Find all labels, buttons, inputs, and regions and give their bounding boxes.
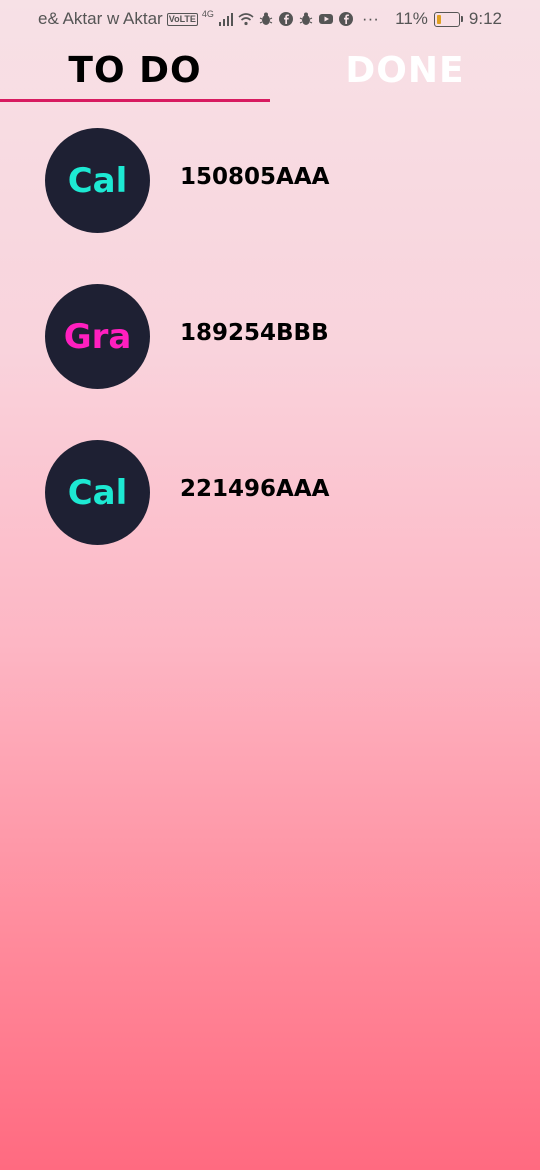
status-bar: e& Aktar w Aktar VoLTE 4G ··· 11% 9:12 bbox=[0, 0, 540, 38]
facebook-icon bbox=[338, 12, 353, 26]
carrier-name: e& Aktar w Aktar bbox=[38, 9, 163, 28]
bug-icon bbox=[259, 12, 273, 25]
tab-done-label: DONE bbox=[345, 49, 465, 91]
youtube-icon bbox=[318, 14, 333, 24]
facebook-icon bbox=[278, 12, 293, 26]
network-type: 4G bbox=[201, 9, 214, 19]
volte-badge: VoLTE bbox=[166, 12, 198, 26]
tab-todo[interactable]: TO DO bbox=[0, 38, 270, 102]
task-code: 221496AAA bbox=[180, 476, 330, 502]
list-item[interactable]: Cal 221496AAA bbox=[0, 440, 540, 546]
tab-indicator bbox=[0, 99, 270, 102]
wifi-icon bbox=[238, 13, 254, 26]
task-code: 150805AAA bbox=[180, 164, 330, 190]
avatar-text: Cal bbox=[67, 472, 128, 513]
more-icon: ··· bbox=[361, 9, 379, 28]
avatar: Gra bbox=[45, 284, 150, 389]
battery-percent: 11% bbox=[395, 9, 428, 28]
status-left: e& Aktar w Aktar VoLTE 4G ··· bbox=[38, 9, 379, 29]
list-item[interactable]: Gra 189254BBB bbox=[0, 284, 540, 390]
battery-icon bbox=[433, 11, 463, 27]
signal-icon bbox=[218, 13, 233, 26]
clock: 9:12 bbox=[468, 9, 502, 28]
avatar-text: Gra bbox=[63, 316, 132, 357]
task-code: 189254BBB bbox=[180, 320, 329, 346]
avatar-text: Cal bbox=[67, 160, 128, 201]
tab-bar: TO DO DONE bbox=[0, 38, 540, 102]
status-right: 11% 9:12 bbox=[395, 9, 502, 29]
list-item[interactable]: Cal 150805AAA bbox=[0, 128, 540, 234]
avatar: Cal bbox=[45, 440, 150, 545]
avatar: Cal bbox=[45, 128, 150, 233]
tab-todo-label: TO DO bbox=[68, 49, 202, 91]
bug-icon bbox=[299, 12, 313, 25]
tab-done[interactable]: DONE bbox=[270, 38, 540, 102]
